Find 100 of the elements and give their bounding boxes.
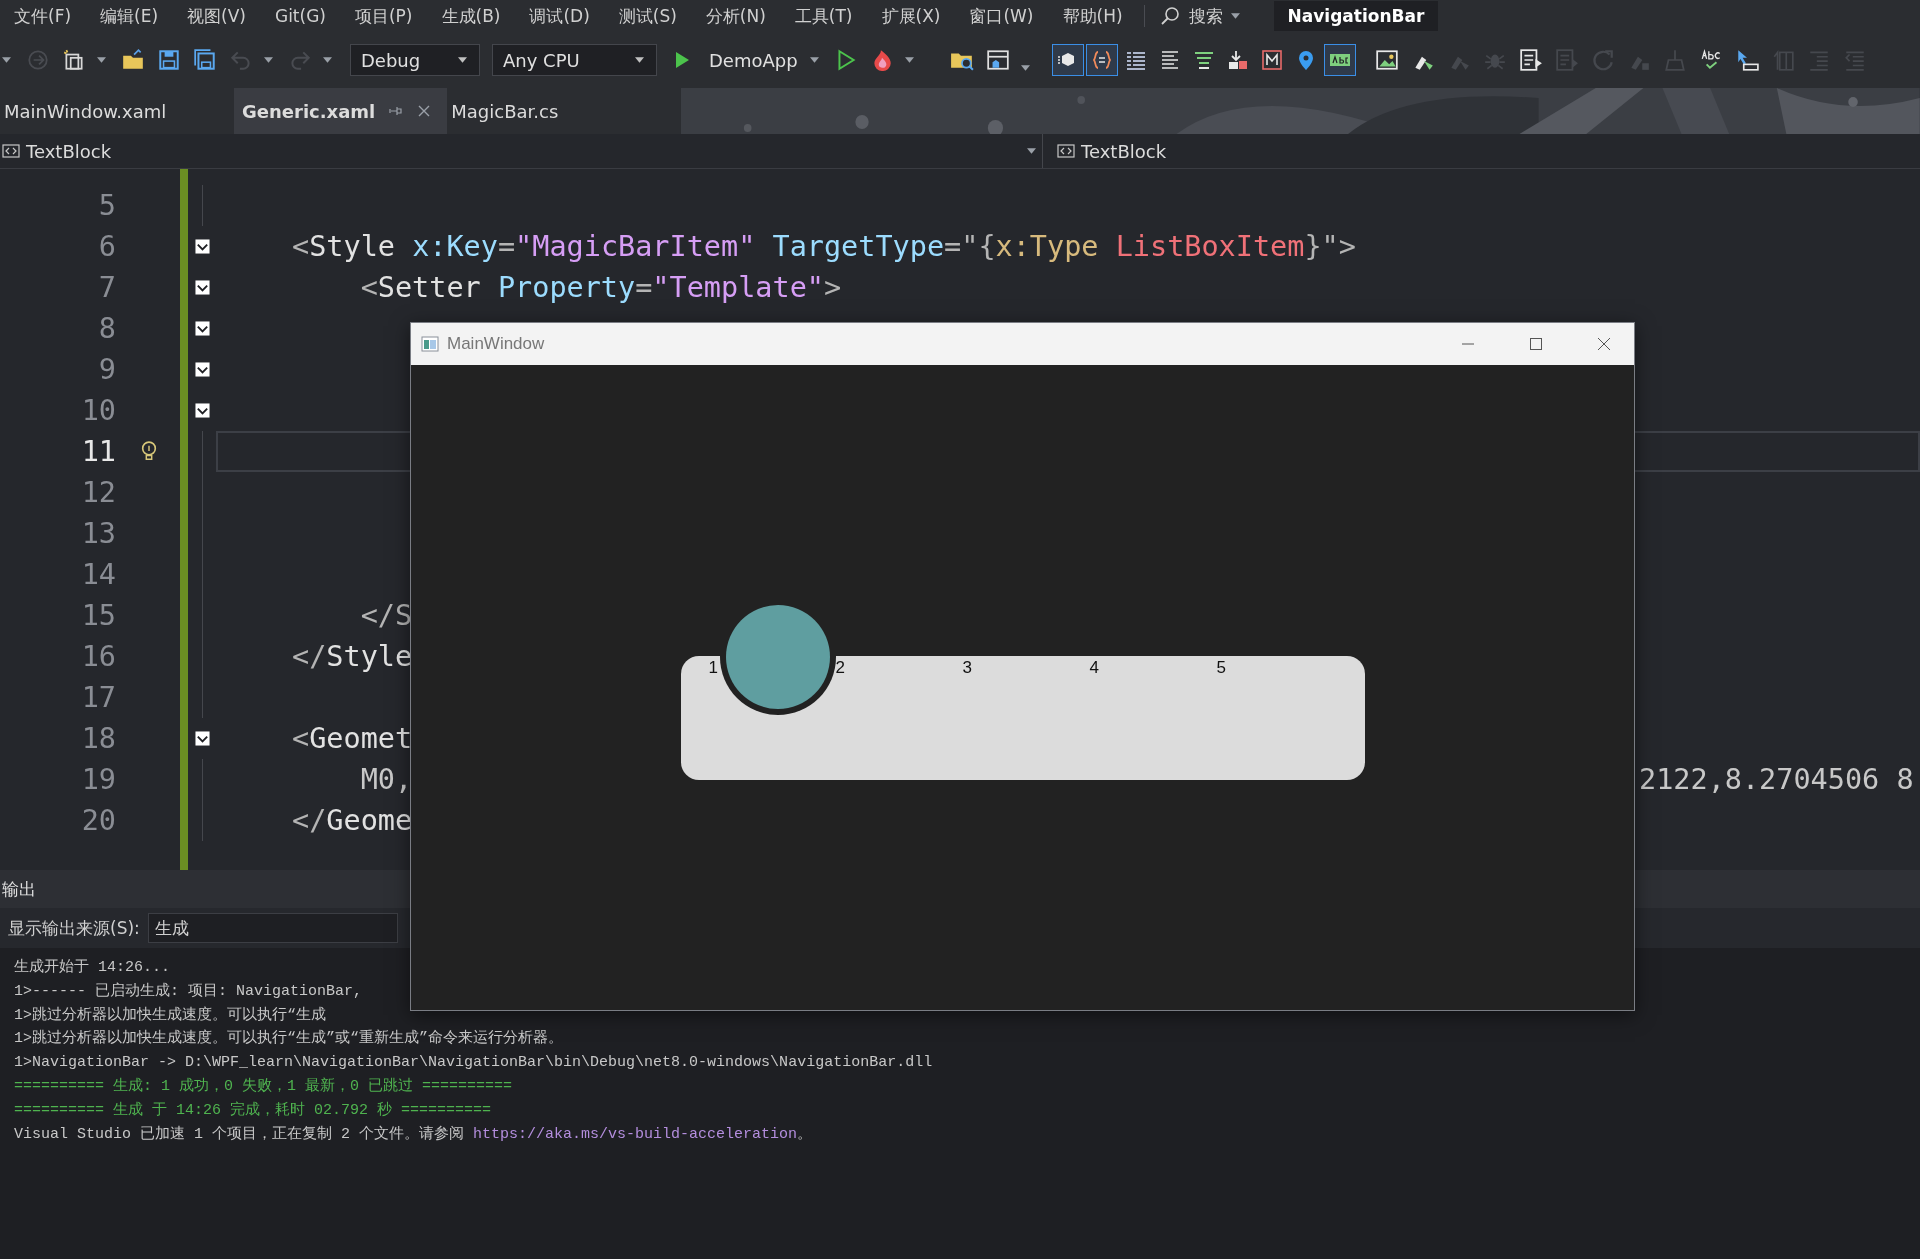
caret-icon	[1230, 13, 1240, 19]
line-number: 15	[81, 598, 116, 634]
start-button[interactable]: DemoApp	[697, 49, 802, 71]
close-icon[interactable]	[1597, 337, 1611, 351]
line-number: 13	[81, 516, 116, 552]
window-title: MainWindow	[447, 334, 546, 354]
element-icon	[1057, 142, 1075, 160]
menu-item[interactable]: Git(G)	[260, 6, 341, 26]
type-dropdown[interactable]: TextBlock	[0, 134, 1043, 168]
new-item-icon[interactable]	[62, 48, 86, 72]
menu-item[interactable]: 扩展(X)	[867, 4, 956, 28]
menu-item[interactable]: 分析(N)	[691, 4, 781, 28]
code-text: </Style	[292, 640, 413, 673]
code-text: <Setter Property="Template">	[359, 271, 842, 304]
configuration-dropdown[interactable]: Debug	[350, 44, 480, 76]
menu-item[interactable]: 工具(T)	[780, 4, 868, 28]
output-line: 1>------ 已启动生成: 项目: NavigationBar,	[14, 981, 363, 1002]
line-number: 7	[98, 270, 116, 306]
maximize-icon[interactable]	[1529, 337, 1543, 351]
search-button[interactable]: 搜索	[1180, 4, 1229, 28]
member-dropdown[interactable]: TextBlock	[1043, 134, 1920, 168]
line-number: 5	[98, 188, 116, 224]
menu-item[interactable]: 窗口(W)	[955, 4, 1049, 28]
line-number: 14	[81, 557, 116, 593]
code-text: <Geomet	[292, 722, 413, 755]
code-text: </S	[359, 599, 413, 632]
caret-icon[interactable]	[323, 57, 332, 63]
panel-title: 输出	[2, 877, 36, 901]
caret-icon	[2, 57, 11, 63]
menu-item[interactable]: 测试(S)	[604, 4, 692, 28]
folder-icon[interactable]	[121, 48, 145, 72]
play-icon[interactable]	[673, 51, 691, 69]
nav-item[interactable]: 2	[835, 658, 845, 678]
fold-icon[interactable]	[194, 280, 210, 295]
dropdown-value: TextBlock	[1081, 140, 1167, 162]
line-number: 16	[81, 639, 116, 675]
menu-item[interactable]: 生成(B)	[427, 4, 516, 28]
save-icon[interactable]	[157, 48, 181, 72]
output-line: 1>跳过分析器以加快生成速度。可以执行“生成”或“重新生成”命令来运行分析器。	[14, 1028, 563, 1050]
nav-item[interactable]: 3	[962, 658, 972, 678]
caret-icon[interactable]	[1020, 65, 1030, 71]
line-number: 11	[81, 434, 116, 470]
cube-icon[interactable]	[1051, 44, 1084, 76]
window-icon[interactable]	[985, 48, 1010, 72]
code-text: </Geome	[292, 804, 413, 837]
fold-icon[interactable]	[194, 731, 210, 746]
braces-icon[interactable]	[1085, 44, 1118, 76]
menu-item[interactable]: 视图(V)	[173, 4, 261, 28]
pin-icon[interactable]	[389, 104, 404, 118]
dropdown-value: Debug	[361, 49, 421, 71]
nav-item[interactable]: 5	[1216, 658, 1226, 678]
line-number: 20	[81, 803, 116, 839]
close-icon[interactable]	[417, 104, 432, 118]
save-all-icon[interactable]	[193, 48, 217, 72]
text-field-icon[interactable]	[1323, 44, 1356, 76]
source-dropdown[interactable]: 生成	[147, 913, 398, 943]
output-line: ========== 生成 于 14:26 完成，耗时 02.792 秒 ==========	[14, 1100, 492, 1121]
menu-item[interactable]: 帮助(H)	[1048, 4, 1138, 28]
nav-item[interactable]: 1	[708, 658, 718, 678]
output-line: ========== 生成: 1 成功，0 失败，1 最新，0 已跳过 ==========	[14, 1076, 513, 1097]
platform-dropdown[interactable]: Any CPU	[492, 44, 657, 76]
document-play-icon[interactable]	[1518, 48, 1543, 72]
line-number: 8	[98, 311, 116, 347]
element-icon	[2, 142, 20, 160]
fold-icon[interactable]	[194, 362, 210, 377]
line-number: 6	[98, 229, 116, 265]
dropdown-value: TextBlock	[26, 140, 112, 162]
fold-icon[interactable]	[194, 239, 210, 254]
code-text: 2122,8.2704506 8	[1639, 763, 1914, 796]
line-number: 12	[81, 475, 116, 511]
line-number: 19	[81, 762, 116, 798]
menu-item[interactable]: 文件(F)	[0, 4, 87, 28]
caret-icon[interactable]	[904, 57, 914, 63]
image-icon[interactable]	[1374, 48, 1399, 72]
fold-icon[interactable]	[194, 403, 210, 418]
line-number: 10	[81, 393, 116, 429]
window-icon	[421, 335, 439, 353]
output-line: Visual Studio 已加速 1 个项目，正在复制 2 个文件。请参阅 https://aka.ms/vs-build-acceleration。	[14, 1124, 813, 1145]
menu-item[interactable]: 项目(P)	[340, 4, 428, 28]
line-number: 17	[81, 680, 116, 716]
caret-icon	[1027, 148, 1036, 154]
fold-icon[interactable]	[194, 321, 210, 336]
line-number: 18	[81, 721, 116, 757]
link[interactable]: https://aka.ms/vs-build-acceleration	[473, 1125, 798, 1143]
caret-icon[interactable]	[264, 57, 273, 63]
output-line: 1>NavigationBar -> D:\WPF_learn\NavigationBar\NavigationBar\bin\Debug\net8.0-windows\NavigationBar.dll	[14, 1053, 933, 1074]
menu-item[interactable]: 编辑(E)	[86, 4, 174, 28]
caret-icon	[635, 57, 644, 63]
caret-icon	[458, 57, 467, 63]
output-line: 1>跳过分析器以加快生成速度。可以执行“生成	[14, 1005, 326, 1026]
nav-item[interactable]: 4	[1089, 658, 1099, 678]
code-text: M0,	[359, 763, 413, 796]
line-number: 9	[98, 352, 116, 388]
code-text: <Style x:Key="MagicBarItem" TargetType="{x:Type ListBoxItem}">	[292, 230, 1356, 263]
caret-icon[interactable]	[97, 57, 106, 63]
caret-icon[interactable]	[809, 57, 819, 63]
file-tab[interactable]: Generic.xaml	[234, 88, 390, 134]
solution-name: NavigationBar	[1273, 1, 1439, 31]
menu-item[interactable]: 调试(D)	[515, 4, 605, 28]
source-label: 显示输出来源(S):	[8, 916, 140, 940]
